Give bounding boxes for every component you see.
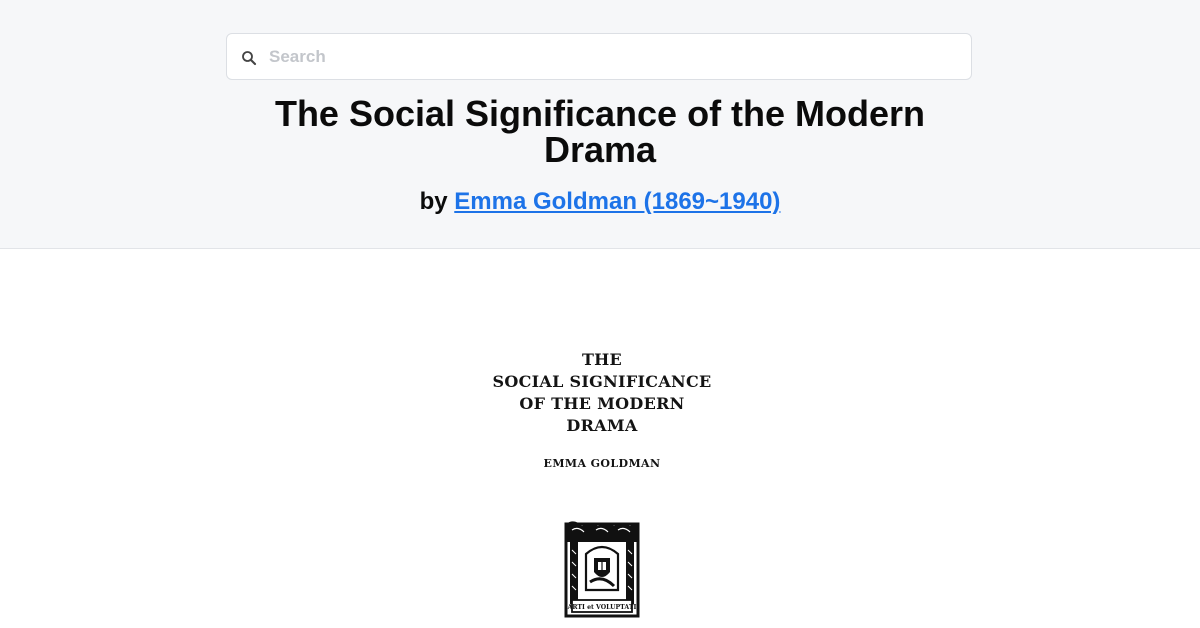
- byline-prefix: by: [419, 188, 448, 215]
- search-input[interactable]: [269, 42, 949, 72]
- cover-title-line: SOCIAL SIGNIFICANCE: [492, 372, 712, 391]
- publisher-emblem-icon: ARTI et VOLUPTATI: [564, 521, 640, 618]
- site-header: The Social Significance of the Modern Dr…: [0, 0, 1200, 249]
- cover-title-line: DRAMA: [566, 416, 638, 435]
- byline: by Emma Goldman (1869~1940): [0, 188, 1200, 216]
- author-link[interactable]: Emma Goldman (1869~1940): [454, 188, 780, 215]
- cover-title-line: THE: [581, 350, 623, 369]
- book-title: The Social Significance of the Modern Dr…: [274, 93, 926, 170]
- search-icon: [242, 51, 257, 66]
- search-bar[interactable]: [226, 33, 972, 80]
- book-cover-image: THE SOCIAL SIGNIFICANCE OF THE MODERN DR…: [480, 340, 724, 628]
- cover-title-line: OF THE MODERN: [519, 394, 685, 413]
- emblem-motto: ARTI et VOLUPTATI: [567, 604, 637, 611]
- cover-author: EMMA GOLDMAN: [543, 457, 661, 470]
